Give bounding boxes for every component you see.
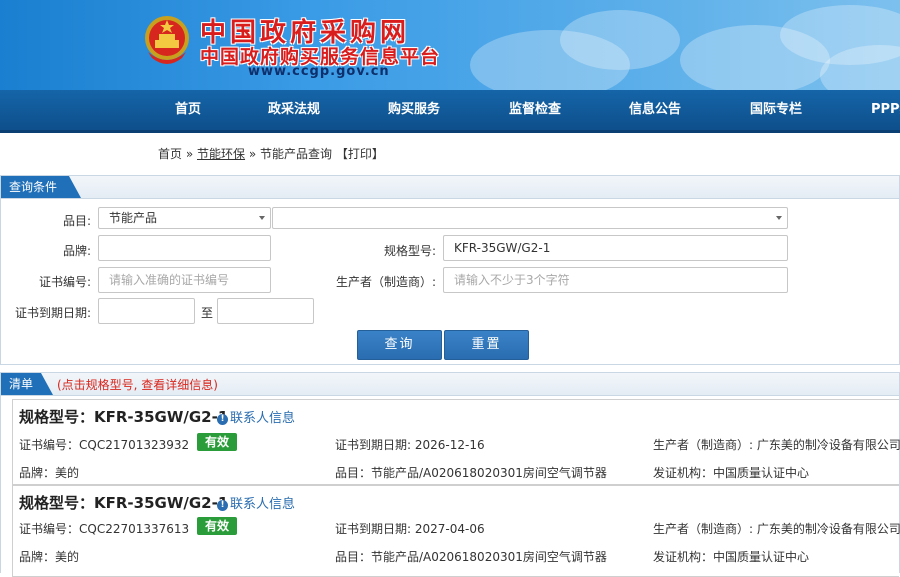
cert-no-input[interactable]: 请输入准确的证书编号 — [98, 267, 271, 293]
query-panel-header: 查询条件 — [1, 176, 899, 199]
result-card: 规格型号：KFR-35GW/G2-1 ! 联系人信息 证书编号：CQC217013… — [12, 399, 900, 485]
site-url: www.ccgp.gov.cn — [248, 64, 390, 79]
breadcrumb-current: 节能产品查询 — [260, 147, 333, 161]
result-card: 规格型号：KFR-35GW/G2-1 ! 联系人信息 证书编号：CQC227013… — [12, 485, 900, 577]
status-badge: 有效 — [197, 433, 237, 451]
status-badge: 有效 — [197, 517, 237, 535]
main-nav: 首页 政采法规 购买服务 监督检查 信息公告 国际专栏 PPP频 — [0, 90, 900, 133]
print-link[interactable]: 【打印】 — [336, 147, 384, 161]
national-emblem-icon — [145, 16, 189, 64]
result-model-title[interactable]: 规格型号：KFR-35GW/G2-1 — [19, 406, 228, 427]
breadcrumb-energy-link[interactable]: 节能环保 — [197, 147, 245, 161]
contact-info-link[interactable]: ! 联系人信息 — [217, 407, 295, 426]
expiry-from-input[interactable] — [98, 298, 195, 324]
query-panel-tab: 查询条件 — [1, 176, 82, 198]
cert-no-label: 证书编号: — [38, 275, 91, 289]
breadcrumb-separator: » — [185, 147, 194, 161]
results-hint: (点击规格型号, 查看详细信息) — [57, 378, 218, 392]
cert-no-value: 证书编号：CQC21701323932 — [19, 438, 190, 452]
category-label: 品目: — [62, 214, 91, 228]
chevron-down-icon — [776, 216, 782, 220]
brand-value: 品牌：美的 — [19, 550, 80, 564]
manufacturer-input[interactable]: 请输入不少于3个字符 — [443, 267, 788, 293]
breadcrumb-separator: » — [248, 147, 257, 161]
manufacturer-label: 生产者（制造商）: — [335, 275, 436, 289]
model-label: 规格型号: — [383, 244, 436, 258]
brand-input[interactable] — [98, 235, 271, 261]
manufacturer-value: 生产者（制造商）: 广东美的制冷设备有限公司 — [653, 438, 900, 452]
category-select-value: 节能产品 — [109, 211, 158, 225]
result-model-title[interactable]: 规格型号：KFR-35GW/G2-1 — [19, 492, 228, 513]
contact-info-link[interactable]: ! 联系人信息 — [217, 493, 295, 512]
cert-no-value: 证书编号：CQC22701337613 — [19, 522, 190, 536]
category-select[interactable]: 节能产品 — [98, 207, 271, 229]
expiry-value: 证书到期日期: 2026-12-16 — [335, 438, 485, 452]
results-panel-header: 清单 (点击规格型号, 查看详细信息) — [1, 373, 899, 396]
nav-item-announcements[interactable]: 信息公告 — [629, 90, 681, 130]
breadcrumb-home-link[interactable]: 首页 — [158, 147, 182, 161]
nav-item-supervision[interactable]: 监督检查 — [509, 90, 561, 130]
category-value: 品目：节能产品/A020618020301房间空气调节器 — [335, 466, 607, 480]
expiry-to-input[interactable] — [217, 298, 314, 324]
header-banner: 中国政府采购网 中国政府购买服务信息平台 www.ccgp.gov.cn — [0, 0, 900, 90]
results-panel-tab: 清单 — [1, 373, 54, 395]
reset-button[interactable]: 重置 — [444, 330, 529, 360]
model-input[interactable]: KFR-35GW/G2-1 — [443, 235, 788, 261]
info-icon: ! — [217, 500, 228, 511]
issuer-value: 发证机构：中国质量认证中心 — [653, 466, 810, 480]
breadcrumb: 首页 » 节能环保 » 节能产品查询 【打印】 — [158, 145, 384, 162]
category-value: 品目：节能产品/A020618020301房间空气调节器 — [335, 550, 607, 564]
nav-item-purchase-services[interactable]: 购买服务 — [388, 90, 440, 130]
nav-item-regulations[interactable]: 政采法规 — [268, 90, 320, 130]
expiry-label: 证书到期日期: — [14, 306, 91, 320]
query-panel: 查询条件 品目: 节能产品 品牌: 规格型号: KFR-35GW/G2-1 证书… — [0, 175, 900, 365]
expiry-to-label: 至 — [200, 306, 213, 320]
nav-item-home[interactable]: 首页 — [175, 90, 201, 130]
search-button[interactable]: 查询 — [357, 330, 442, 360]
cloud-decoration — [560, 10, 680, 70]
info-icon: ! — [217, 414, 228, 425]
expiry-value: 证书到期日期: 2027-04-06 — [335, 522, 485, 536]
manufacturer-value: 生产者（制造商）: 广东美的制冷设备有限公司 — [653, 522, 900, 536]
brand-value: 品牌：美的 — [19, 466, 80, 480]
nav-item-ppp[interactable]: PPP频 — [871, 90, 900, 130]
contact-info-label: 联系人信息 — [230, 411, 296, 426]
nav-item-international[interactable]: 国际专栏 — [750, 90, 802, 130]
brand-label: 品牌: — [62, 244, 91, 258]
contact-info-label: 联系人信息 — [230, 497, 296, 512]
issuer-value: 发证机构：中国质量认证中心 — [653, 550, 810, 564]
chevron-down-icon — [259, 216, 265, 220]
subcategory-select[interactable] — [272, 207, 788, 229]
